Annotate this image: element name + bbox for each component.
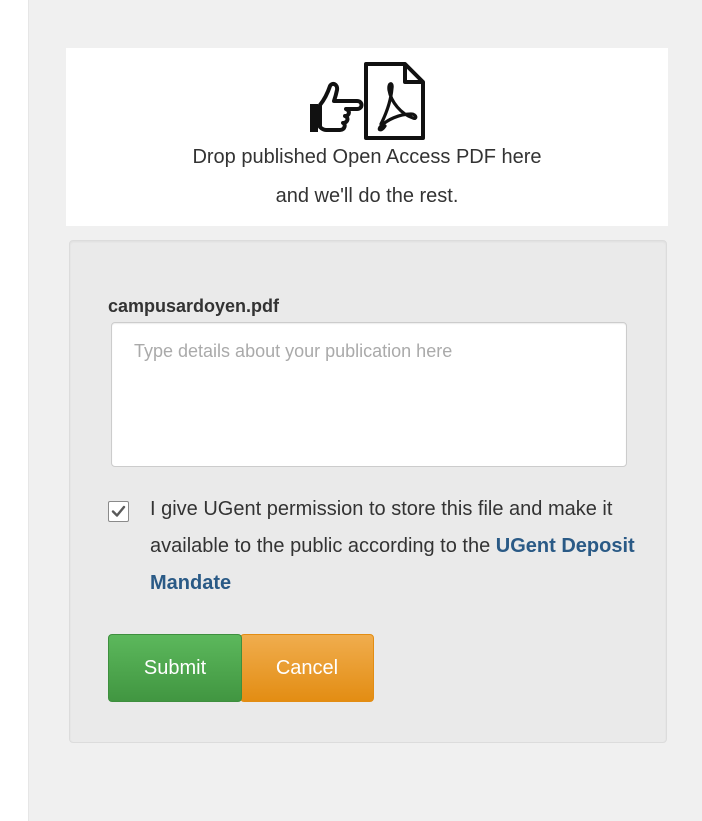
hand-pointing-right-icon	[310, 81, 364, 132]
checkmark-icon	[111, 505, 126, 517]
permission-checkbox[interactable]	[108, 501, 129, 522]
submit-button[interactable]: Submit	[108, 634, 242, 702]
cancel-button[interactable]: Cancel	[240, 634, 374, 702]
file-name-label: campusardoyen.pdf	[108, 296, 280, 316]
drop-icons	[66, 56, 668, 140]
pdf-file-icon	[364, 62, 425, 140]
permission-text: I give UGent permission to store this fi…	[150, 491, 650, 602]
drop-instruction-line-2: and we'll do the rest.	[275, 185, 459, 207]
pdf-drop-zone[interactable]: Drop published Open Access PDF here and …	[66, 48, 668, 226]
publication-details-input[interactable]	[111, 322, 627, 467]
upload-form: campusardoyen.pdf I give UGent permissio…	[69, 240, 667, 743]
drop-instruction-line-1: Drop published Open Access PDF here	[192, 146, 542, 168]
